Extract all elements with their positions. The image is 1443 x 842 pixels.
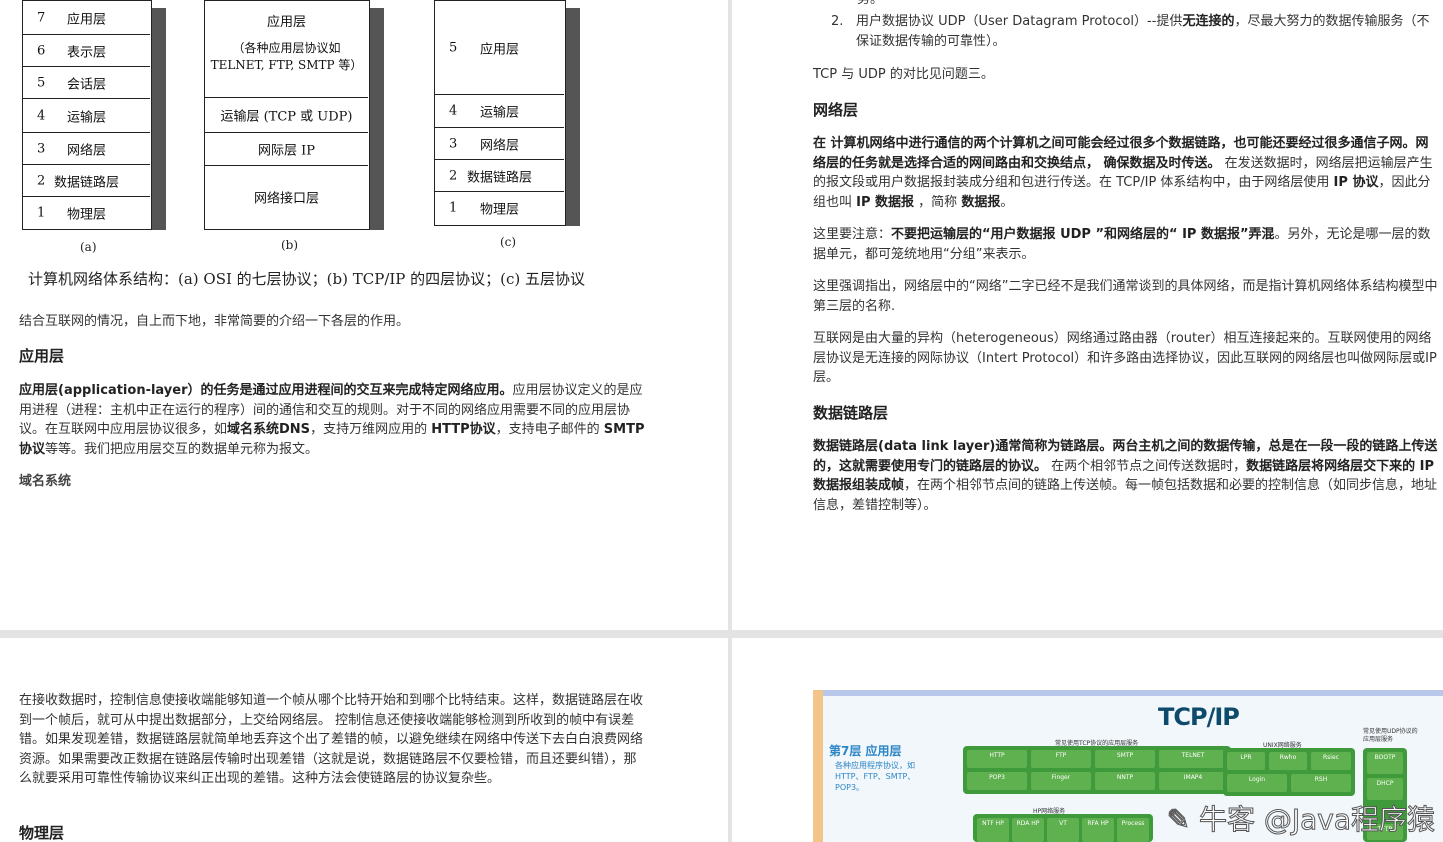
intro-paragraph: 结合互联网的情况，自上而下地，非常简要的介绍一下各层的作用。: [19, 314, 410, 329]
poster-cell-process: Process: [1117, 818, 1149, 842]
network-layer-paragraph-4: 互联网是由大量的异构（heterogeneous）网络通过路由器（router）…: [813, 331, 1437, 385]
poster-cell-telnet: TELNET: [1159, 750, 1227, 768]
poster-layer7-desc: 各种应用程序协议，如HTTP、FTP、SMTP、POP3。: [835, 761, 916, 792]
poster-cell-ftp: FTP: [1031, 750, 1091, 768]
poster-cell-pop3: POP3: [967, 772, 1027, 790]
poster-cell-rda-hp: RDA HP: [1012, 818, 1044, 842]
previous-item-fragment: 务。: [857, 0, 883, 10]
poster-cell-imap4: IMAP4: [1159, 772, 1227, 790]
osi-layer-5: 5 会话层: [23, 67, 150, 99]
heading-application-layer: 应用层: [19, 347, 65, 365]
poster-cell-login: Login: [1227, 774, 1287, 792]
osi-seven-layer-stack: 7 应用层 6 表示层 5 会话层 4 运输层 3 网络层 2 数据链路层 1 物理层: [22, 0, 152, 230]
poster-group-tcp: HTTP FTP SMTP TELNET POP3 Finger NNTP IM…: [963, 746, 1231, 794]
osi-layer-3: 3 网络层: [23, 133, 150, 165]
data-link-layer-paragraph-continued: 在接收数据时，控制信息使接收端能够知道一个帧从哪个比特开始和到哪个比特结束。这样…: [19, 693, 644, 786]
five-layer-5: 5 应用层: [435, 1, 564, 95]
poster-cell-finger: Finger: [1031, 772, 1091, 790]
list-number-2: 2.: [831, 14, 844, 29]
data-link-layer-paragraph: 数据链路层(data link layer)通常简称为链路层。两台主机之间的数据…: [813, 439, 1438, 513]
network-layer-paragraph-1: 在 计算机网络中进行通信的两个计算机之间可能会经过很多个数据链路，也可能还要经过…: [813, 136, 1433, 210]
poster-cell-lpr: LPR: [1227, 752, 1265, 770]
poster-cell-bootp: BOOTP: [1367, 752, 1403, 774]
stack-a-shadow: [152, 8, 166, 230]
osi-layer-2: 2 数据链路层: [23, 165, 150, 197]
heading-network-layer: 网络层: [813, 101, 859, 119]
poster-cell-rfa-hp: RFA HP: [1082, 818, 1114, 842]
document-page-2: 务。 2. 用户数据协议 UDP（User Datagram Protocol）…: [732, 0, 1443, 630]
five-layer-2: 2 数据链路层: [435, 160, 564, 192]
poster-group-udp-label: 常见使用UDP协议的应用层服务: [1363, 728, 1418, 743]
document-page-4: TCP/IP 第7层 应用层 各种应用程序协议，如HTTP、FTP、SMTP、P…: [732, 638, 1443, 842]
stack-c-shadow: [566, 8, 580, 226]
figure-label-c: (c): [500, 235, 517, 249]
figure-label-b: (b): [281, 238, 299, 252]
application-layer-paragraph: 应用层(application-layer）的任务是通过应用进程间的交互来完成特…: [19, 383, 645, 457]
poster-cell-smtp: SMTP: [1095, 750, 1155, 768]
poster-cell-http: HTTP: [967, 750, 1027, 768]
figure-caption: 计算机网络体系结构：(a) OSI 的七层协议；(b) TCP/IP 的四层协议…: [28, 270, 586, 288]
poster-cell-rwho: Rwho: [1269, 752, 1307, 770]
osi-layer-6: 6 表示层: [23, 35, 150, 67]
network-layer-paragraph-3: 这里强调指出，网络层中的“网络”二字已经不是我们通常谈到的具体网络，而是指计算机…: [813, 279, 1438, 314]
poster-cell-nntp: NNTP: [1095, 772, 1155, 790]
poster-top-frame: [823, 690, 1443, 696]
tcpip-poster-image: TCP/IP 第7层 应用层 各种应用程序协议，如HTTP、FTP、SMTP、P…: [813, 690, 1443, 842]
five-layer-stack: 5 应用层 4 运输层 3 网络层 2 数据链路层 1 物理层: [434, 0, 566, 226]
subheading-dns: 域名系统: [19, 474, 72, 489]
poster-cell-rsiec: Rsiec: [1311, 752, 1351, 770]
osi-layer-1: 1 物理层: [37, 205, 106, 222]
poster-group-hp: NTF HP RDA HP VT RFA HP Process: [973, 814, 1153, 842]
figure-label-a: (a): [80, 240, 97, 254]
tcp-udp-compare-note: TCP 与 UDP 的对比见问题三。: [813, 67, 994, 82]
stack-b-shadow: [370, 8, 384, 230]
network-layer-paragraph-2: 这里要注意：不要把运输层的“用户数据报 UDP ”和网络层的“ IP 数据报”弄…: [813, 227, 1431, 262]
five-layer-4: 4 运输层: [435, 95, 564, 128]
poster-title: TCP/IP: [1158, 703, 1240, 731]
tcpip-four-layer-stack: 应用层 （各种应用层协议如 TELNET, FTP, SMTP 等） 运输层 (…: [204, 0, 370, 230]
poster-cell-vt: VT: [1047, 818, 1079, 842]
osi-layer-7: 7 应用层: [23, 1, 150, 35]
heading-physical-layer: 物理层: [19, 824, 65, 842]
poster-watermark: ✎ 牛客 @Java程序猿: [1166, 803, 1435, 837]
poster-group-unix: LPR Rwho Rsiec Login RSH: [1223, 748, 1355, 796]
poster-cell-rsh: RSH: [1291, 774, 1351, 792]
heading-data-link-layer: 数据链路层: [813, 404, 889, 422]
document-page-3: 在接收数据时，控制信息使接收端能够知道一个帧从哪个比特开始和到哪个比特结束。这样…: [0, 638, 728, 842]
five-layer-3: 3 网络层: [435, 128, 564, 160]
document-page-1: 7 应用层 6 表示层 5 会话层 4 运输层 3 网络层 2 数据链路层 1 物理层 (a)…: [0, 0, 728, 630]
udp-list-item: 用户数据协议 UDP（User Datagram Protocol）--提供无连…: [856, 14, 1430, 49]
poster-cell-ntf-hp: NTF HP: [977, 818, 1009, 842]
tcpip-internet-layer: 网际层 IP: [205, 133, 368, 166]
tcpip-transport-layer: 运输层 (TCP 或 UDP): [205, 98, 368, 133]
tcpip-link-layer: 网络接口层: [253, 191, 319, 207]
five-layer-1: 1 物理层: [449, 200, 519, 218]
poster-cell-dhcp: DHCP: [1367, 778, 1403, 800]
osi-layer-4: 4 运输层: [23, 99, 150, 133]
tcpip-application-layer: 应用层 （各种应用层协议如 TELNET, FTP, SMTP 等）: [205, 1, 368, 98]
poster-layer7-title: 第7层 应用层: [829, 744, 902, 758]
